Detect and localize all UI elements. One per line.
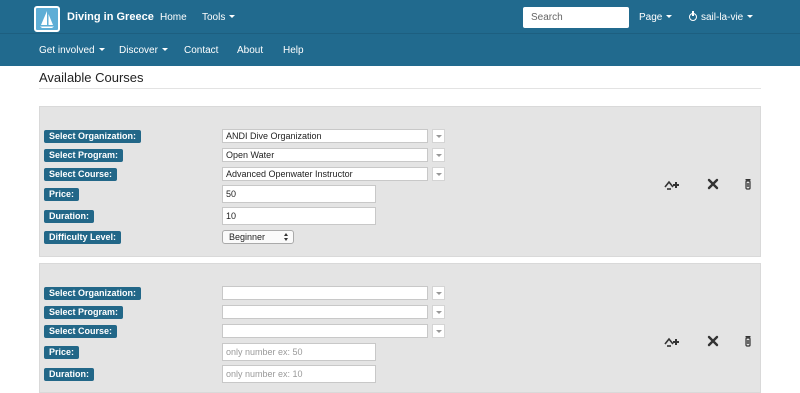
- nav-tools-label: Tools: [202, 12, 226, 23]
- chevron-down-icon: [666, 15, 673, 18]
- course-panel: Select Organization: Select Program: Sel…: [39, 263, 761, 393]
- brand-link[interactable]: Diving in Greece: [67, 11, 154, 23]
- top-navbar: Diving in Greece Home Tools Page sail-la…: [0, 0, 800, 66]
- program-label: Select Program:: [44, 149, 124, 162]
- course-label: Select Course:: [44, 325, 118, 338]
- trash-icon[interactable]: [744, 335, 752, 349]
- search-input[interactable]: [523, 7, 629, 28]
- course-label: Select Course:: [44, 168, 118, 181]
- chevron-down-icon[interactable]: [432, 305, 445, 319]
- sailboat-logo-icon[interactable]: [34, 6, 60, 32]
- nav-help-link[interactable]: Help: [283, 45, 304, 56]
- user-menu[interactable]: sail-la-vie: [689, 11, 754, 23]
- program-label: Select Program:: [44, 306, 124, 319]
- duration-label: Duration:: [44, 368, 94, 381]
- price-input[interactable]: [222, 185, 376, 203]
- nav-discover-menu[interactable]: Discover: [119, 45, 168, 56]
- nav-discover-label: Discover: [119, 45, 158, 56]
- organization-select[interactable]: [222, 286, 428, 300]
- course-select[interactable]: Advanced Openwater Instructor: [222, 167, 428, 181]
- nav-page-label: Page: [639, 12, 663, 23]
- chevron-down-icon[interactable]: [432, 167, 445, 181]
- program-select[interactable]: [222, 305, 428, 319]
- title-divider: [39, 88, 761, 89]
- navbar-divider: [0, 33, 800, 34]
- nav-about-link[interactable]: About: [237, 45, 263, 56]
- organization-select[interactable]: ANDI Dive Organization: [222, 129, 428, 143]
- page-title: Available Courses: [39, 70, 144, 85]
- program-select[interactable]: Open Water: [222, 148, 428, 162]
- user-name: sail-la-vie: [701, 12, 744, 23]
- chevron-down-icon[interactable]: [432, 324, 445, 338]
- trash-icon[interactable]: [744, 178, 752, 192]
- chevron-down-icon: [161, 48, 168, 51]
- nav-home-link[interactable]: Home: [160, 12, 187, 23]
- organization-label: Select Organization:: [44, 287, 142, 300]
- duration-input[interactable]: [222, 207, 376, 225]
- course-select[interactable]: [222, 324, 428, 338]
- chevron-down-icon[interactable]: [432, 286, 445, 300]
- nav-contact-link[interactable]: Contact: [184, 45, 218, 56]
- difficulty-select[interactable]: Beginner: [222, 230, 294, 244]
- select-arrows-icon: [284, 233, 290, 241]
- nav-get-involved-label: Get involved: [39, 45, 95, 56]
- price-label: Price:: [44, 346, 80, 359]
- chevron-down-icon[interactable]: [432, 129, 445, 143]
- chevron-down-icon[interactable]: [432, 148, 445, 162]
- duration-input[interactable]: [222, 365, 376, 383]
- difficulty-value: Beginner: [229, 232, 266, 242]
- power-icon: [689, 11, 697, 21]
- price-label: Price:: [44, 188, 80, 201]
- price-input[interactable]: [222, 343, 376, 361]
- nav-tools-menu[interactable]: Tools: [202, 12, 236, 23]
- difficulty-label: Difficulty Level:: [44, 231, 122, 244]
- remove-icon[interactable]: [707, 335, 723, 349]
- nav-get-involved-menu[interactable]: Get involved: [39, 45, 105, 56]
- course-panel: Select Organization: ANDI Dive Organizat…: [39, 106, 761, 257]
- add-course-icon[interactable]: [663, 335, 679, 349]
- chevron-down-icon: [229, 15, 236, 18]
- nav-page-menu[interactable]: Page: [639, 12, 673, 23]
- chevron-down-icon: [747, 15, 754, 18]
- remove-icon[interactable]: [707, 178, 723, 192]
- chevron-down-icon: [98, 48, 105, 51]
- duration-label: Duration:: [44, 210, 94, 223]
- organization-label: Select Organization:: [44, 130, 142, 143]
- add-course-icon[interactable]: [663, 178, 679, 192]
